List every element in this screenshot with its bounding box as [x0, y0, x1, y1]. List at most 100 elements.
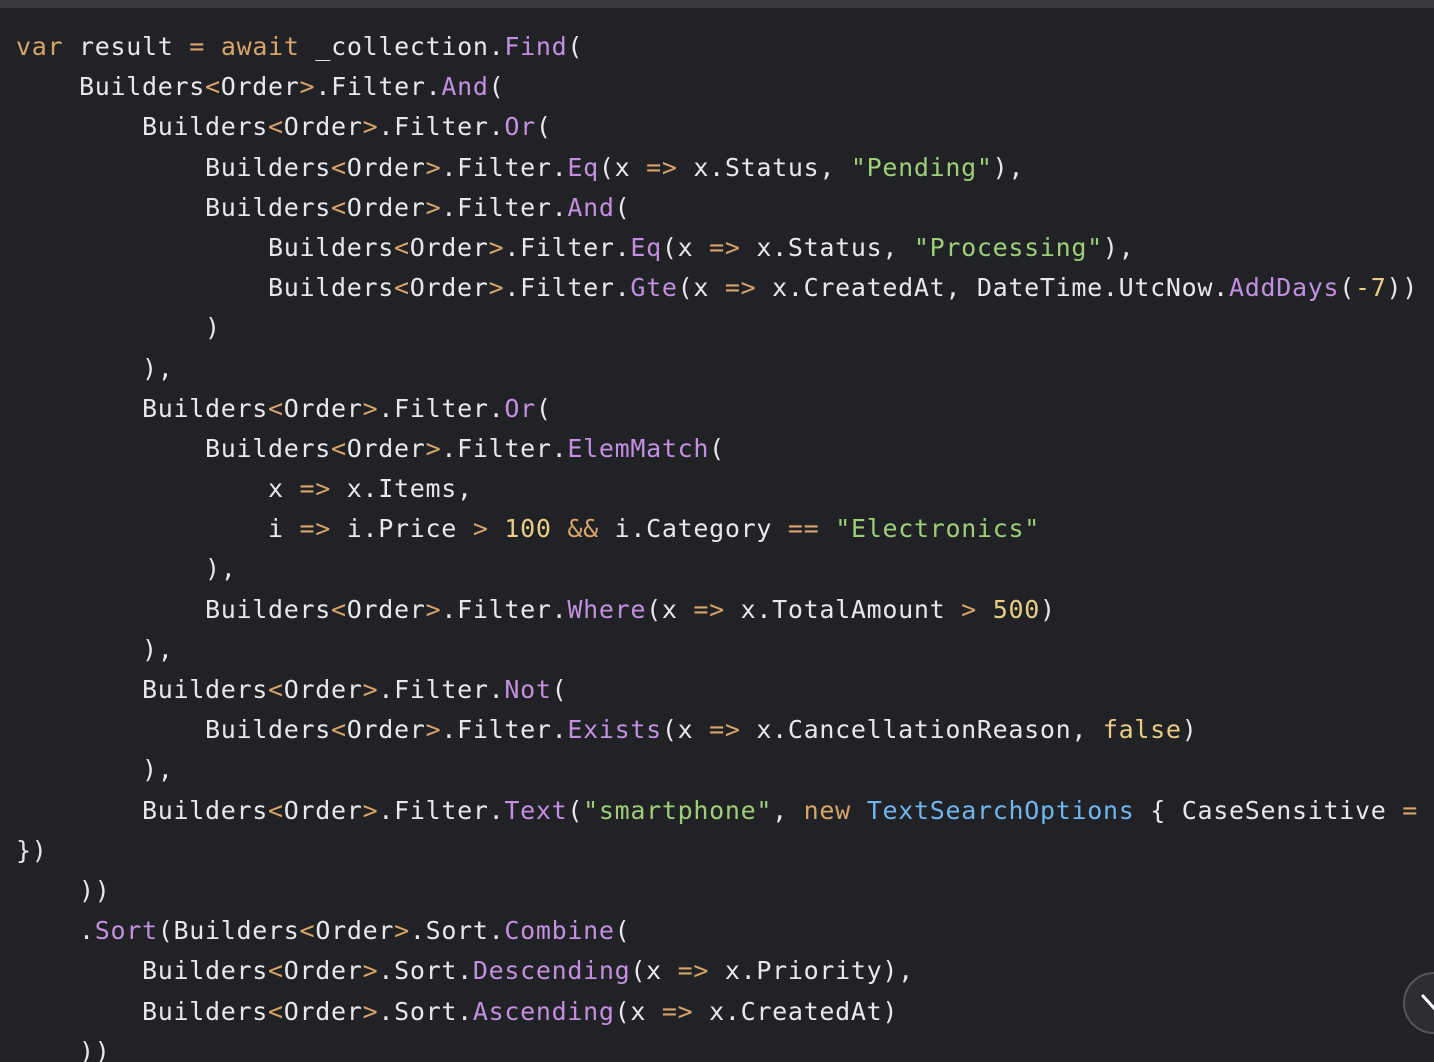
code-token-plain: .Filter. — [378, 112, 505, 142]
code-token-method: Descending — [472, 956, 631, 986]
code-line: ), — [16, 349, 1434, 389]
code-token-operator: => — [677, 956, 710, 986]
code-line: Builders<Order>.Filter.Gte(x => x.Create… — [16, 268, 1434, 308]
code-token-method: Combine — [504, 916, 615, 946]
code-token-operator: < — [268, 795, 284, 825]
code-token-operator: > — [362, 795, 379, 825]
code-line: Builders<Order>.Filter.ElemMatch( — [16, 429, 1434, 469]
code-token-operator: > — [425, 192, 442, 222]
code-token-method: AddDays — [1228, 273, 1340, 303]
code-token-method: Or — [504, 112, 536, 142]
code-line: i => i.Price > 100 && i.Category == "Ele… — [16, 509, 1434, 549]
code-token-plain: Order — [409, 273, 489, 303]
code-line: Builders<Order>.Filter.Not( — [16, 670, 1434, 710]
code-block: var result = await _collection.Find( Bui… — [16, 27, 1434, 1062]
code-token-plain: Order — [283, 956, 363, 986]
code-token-plain: ) — [1181, 715, 1198, 745]
code-token-operator: = — [189, 32, 206, 61]
code-token-plain: .Filter. — [441, 594, 568, 624]
code-token-plain: i.Category — [598, 514, 788, 544]
code-token-method: Text — [504, 795, 568, 825]
code-line: Builders<Order>.Filter.And( — [16, 67, 1434, 107]
code-token-plain: .Filter. — [504, 273, 631, 303]
code-token-plain: ( — [551, 675, 568, 704]
code-token-plain: ( — [567, 795, 584, 825]
code-token-plain: ( — [614, 192, 631, 222]
code-token-operator: => — [299, 474, 332, 504]
code-token-operator: => — [724, 273, 757, 303]
code-token-number: -7 — [1354, 273, 1387, 303]
code-view[interactable]: var result = await _collection.Find( Bui… — [0, 8, 1434, 1062]
code-token-plain: (x — [677, 273, 725, 303]
code-line: .Sort(Builders<Order>.Sort.Combine( — [16, 911, 1434, 951]
code-token-plain: x.Priority), — [709, 956, 914, 986]
code-token-operator: > — [472, 514, 489, 544]
code-line: Builders<Order>.Filter.Eq(x => x.Status,… — [16, 228, 1434, 268]
code-token-operator: > — [362, 675, 379, 704]
code-token-operator: > — [961, 594, 977, 624]
code-line: Builders<Order>.Filter.Text("smartphone"… — [16, 791, 1434, 831]
code-token-plain: x — [16, 474, 300, 504]
code-token-operator: => — [299, 514, 332, 544]
code-token-plain: .Sort. — [409, 916, 505, 946]
code-token-plain: Builders — [16, 232, 395, 262]
code-token-method: Eq — [567, 152, 599, 182]
code-token-plain: Order — [220, 72, 300, 102]
code-token-plain: Builders — [16, 393, 269, 423]
code-token-plain: .Filter. — [378, 795, 505, 825]
code-token-plain: Builders — [16, 956, 269, 986]
code-token-operator: > — [425, 715, 442, 745]
code-token-plain: Order — [346, 594, 426, 624]
code-token-operator: < — [268, 112, 284, 142]
code-line: Builders<Order>.Filter.Where(x => x.Tota… — [16, 590, 1434, 630]
code-token-operator: > — [488, 273, 505, 303]
code-token-operator: && — [567, 514, 599, 544]
code-token-operator: < — [331, 152, 347, 182]
code-token-operator: == — [787, 514, 820, 544]
code-token-plain: (x — [646, 594, 694, 624]
code-line: var result = await _collection.Find( — [16, 27, 1434, 67]
code-token-number: 500 — [992, 594, 1040, 624]
code-token-operator: => — [709, 715, 741, 745]
code-token-plain: (x — [598, 152, 647, 182]
code-token-plain: x.Items, — [331, 474, 473, 504]
code-token-plain: ( — [567, 32, 584, 61]
code-token-plain: Builders — [16, 152, 332, 182]
code-token-operator: => — [693, 594, 725, 624]
code-token-method: Not — [504, 675, 552, 704]
code-token-plain: .Filter. — [504, 232, 631, 262]
scroll-down-icon — [1421, 994, 1434, 1011]
code-token-method: Or — [504, 393, 536, 423]
code-token-operator: => — [709, 232, 741, 262]
code-token-method: And — [441, 72, 489, 102]
code-token-plain: Builders — [16, 594, 332, 624]
code-token-method: Eq — [630, 232, 662, 262]
code-line: Builders<Order>.Sort.Ascending(x => x.Cr… — [16, 992, 1434, 1032]
code-token-plain: ), — [16, 353, 174, 383]
code-token-plain: (Builders — [157, 916, 300, 946]
code-token-operator: > — [394, 916, 410, 946]
code-token-operator: < — [394, 273, 410, 303]
code-token-plain: Builders — [16, 715, 332, 745]
code-token-number: 100 — [504, 514, 552, 544]
code-token-operator: < — [205, 72, 221, 102]
code-token-plain: .Filter. — [441, 152, 568, 182]
code-line: ), — [16, 750, 1434, 790]
code-token-operator: < — [331, 594, 347, 624]
code-token-keyword: await — [220, 32, 300, 61]
code-token-plain: _collection. — [299, 32, 505, 61]
code-token-plain: }) — [16, 835, 48, 865]
code-token-plain: ( — [535, 112, 552, 142]
code-token-plain: ), — [16, 634, 174, 664]
code-token-method: Sort — [94, 916, 158, 946]
code-line: Builders<Order>.Sort.Descending(x => x.P… — [16, 951, 1434, 991]
code-line: ), — [16, 549, 1434, 589]
code-token-plain: x.CancellationReason, — [740, 715, 1103, 745]
code-token-plain: (x — [661, 232, 710, 262]
code-token-method: Ascending — [472, 996, 615, 1026]
code-token-plain: Order — [283, 795, 363, 825]
code-token-operator: > — [425, 594, 442, 624]
code-token-operator: < — [268, 996, 284, 1026]
